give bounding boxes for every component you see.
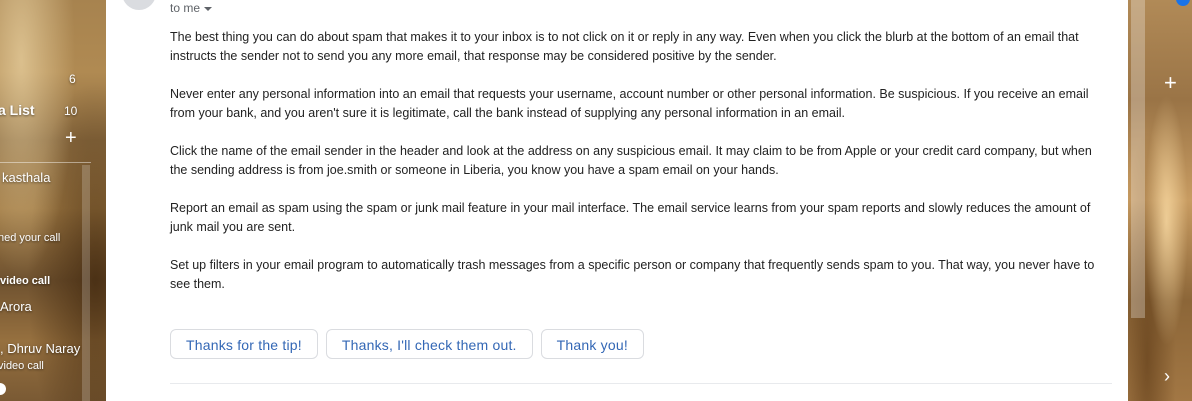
email-paragraph: Report an email as spam using the spam o…	[170, 201, 1091, 234]
chat-contact[interactable]: kasthala	[2, 170, 50, 185]
add-addon-plus-icon[interactable]: +	[1164, 70, 1177, 96]
sidebar-item-list[interactable]: a List	[0, 102, 35, 118]
chat-status: video call	[0, 275, 51, 287]
label-count: 10	[64, 104, 78, 118]
chat-contact[interactable]: Arora	[0, 299, 32, 314]
email-paragraph: The best thing you can do about spam tha…	[170, 30, 1079, 63]
recipient-line[interactable]: to me	[170, 1, 213, 15]
email-paragraph: Never enter any personal information int…	[170, 87, 1089, 120]
label-count: 6	[69, 72, 76, 86]
sender-avatar[interactable]	[122, 0, 156, 10]
email-paragraph: Set up filters in your email program to …	[170, 258, 1095, 291]
smart-replies: Thanks for the tip! Thanks, I'll check t…	[170, 329, 644, 359]
caret-down-icon[interactable]	[204, 6, 213, 11]
message-divider	[170, 383, 1112, 384]
left-sidebar: 6 a List 10 kasthala ned your call video…	[0, 0, 106, 401]
chat-contact[interactable]: , Dhruv Naray	[0, 341, 80, 356]
sidebar-scrollbar[interactable]	[82, 165, 90, 401]
sidebar-divider	[0, 162, 91, 163]
chat-status: ned your call	[0, 232, 61, 244]
chat-status: video call	[0, 360, 44, 372]
email-view: to me The best thing you can do about sp…	[106, 0, 1128, 401]
smart-reply-button[interactable]: Thanks for the tip!	[170, 329, 318, 359]
smart-reply-button[interactable]: Thank you!	[540, 329, 644, 359]
main-scrollbar[interactable]	[1131, 0, 1145, 318]
email-body: The best thing you can do about spam tha…	[170, 28, 1100, 313]
email-paragraph: Click the name of the email sender in th…	[170, 144, 1092, 177]
chevron-right-icon[interactable]: ›	[1164, 366, 1170, 387]
recipient-text: to me	[170, 1, 201, 15]
smart-reply-button[interactable]: Thanks, I'll check them out.	[325, 329, 533, 359]
add-label-plus-icon[interactable]: +	[65, 127, 77, 150]
